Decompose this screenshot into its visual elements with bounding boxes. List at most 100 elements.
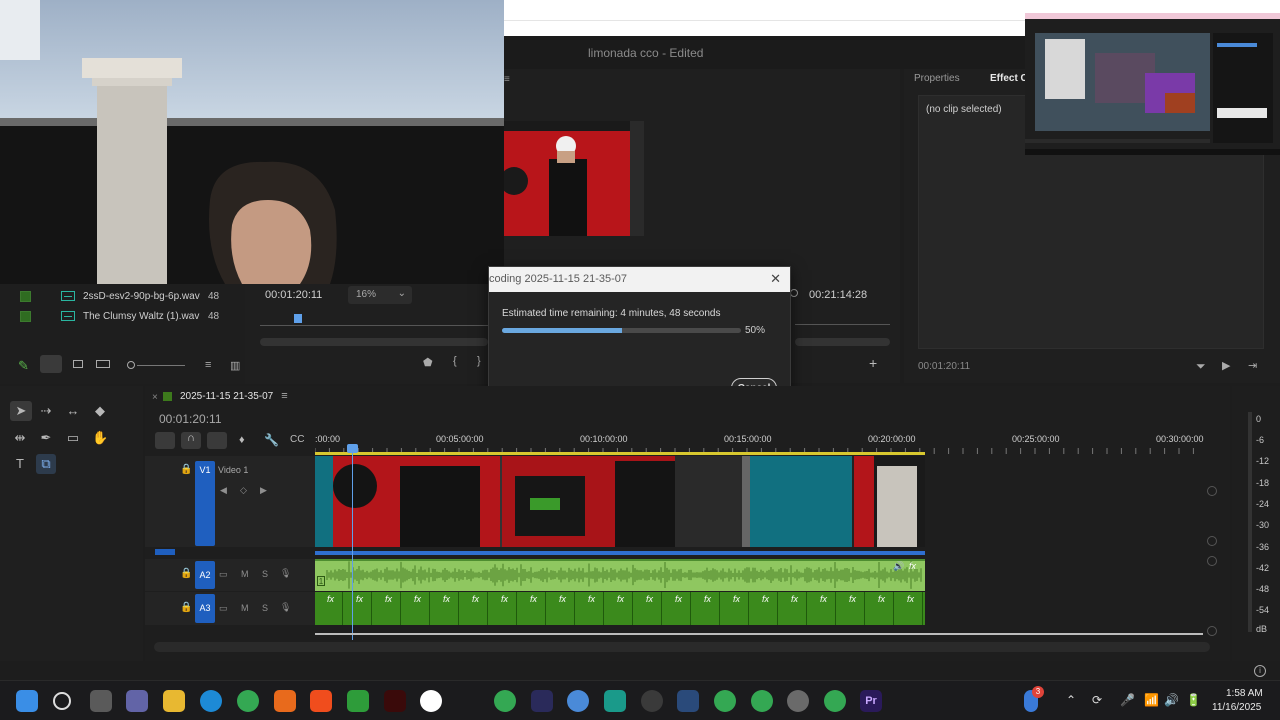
hamburger-menu-icon[interactable]: ≡	[281, 390, 287, 402]
next-keyframe-icon[interactable]: ▶	[260, 485, 267, 496]
video-clip[interactable]	[315, 456, 925, 547]
marker-icon[interactable]: ⬟	[423, 356, 433, 369]
transcript-tool-icon[interactable]: ⧉	[38, 456, 54, 472]
prev-keyframe-icon[interactable]: ◀	[220, 485, 227, 496]
solo-button[interactable]: S	[262, 569, 268, 579]
project-item[interactable]: The Clumsy Waltz (1).wav	[20, 307, 199, 325]
volume-icon[interactable]: 🔊	[1164, 693, 1179, 707]
sync-lock-icon[interactable]: ▭	[219, 569, 228, 580]
settings-icon[interactable]	[787, 690, 809, 712]
teams-icon[interactable]	[126, 690, 148, 712]
solo-button[interactable]: S	[262, 603, 268, 613]
vpn-icon[interactable]	[347, 690, 369, 712]
audio-clip-segment[interactable]: fx	[837, 592, 865, 625]
play-only-icon[interactable]: ▶	[1222, 359, 1230, 372]
audio-clip-segment[interactable]: fx	[634, 592, 662, 625]
app-icon[interactable]	[420, 690, 442, 712]
microphone-icon[interactable]: 🎤	[1120, 693, 1135, 707]
playhead-handle[interactable]	[347, 444, 358, 453]
audio-clip-segment[interactable]: fx	[547, 592, 575, 625]
audio-clip-segment[interactable]: fx	[431, 592, 459, 625]
zoom-slider-handle[interactable]	[127, 361, 135, 369]
work-area-bar[interactable]	[315, 452, 925, 455]
mute-button[interactable]: M	[241, 569, 249, 579]
vertical-scroll-handle[interactable]	[1207, 556, 1217, 566]
premiere-icon[interactable]: Pr	[860, 690, 882, 712]
audio-clip-segment[interactable]: fx	[866, 592, 894, 625]
wrench-icon[interactable]: 🔧	[264, 433, 279, 447]
chrome-icon[interactable]	[494, 690, 516, 712]
search-icon[interactable]	[53, 692, 71, 710]
captions-icon[interactable]: CC	[290, 434, 304, 445]
hand-tool-icon[interactable]: ✋	[92, 430, 108, 446]
illustrator-icon[interactable]	[384, 690, 406, 712]
app-icon[interactable]	[604, 690, 626, 712]
track-target-v1[interactable]: V1	[195, 461, 215, 546]
mute-button[interactable]: M	[241, 603, 249, 613]
close-icon[interactable]: ✕	[770, 271, 781, 287]
close-tab-icon[interactable]: ×	[152, 392, 158, 403]
lock-icon[interactable]: 🔒	[180, 602, 192, 613]
sync-lock-icon[interactable]: ▭	[219, 603, 228, 614]
source-playhead[interactable]	[294, 314, 302, 323]
razor-icon[interactable]: ◆	[92, 403, 108, 419]
panel-menu-icon[interactable]: ≡	[504, 74, 510, 85]
brave-icon[interactable]	[310, 690, 332, 712]
more-icon[interactable]: ▥	[230, 359, 240, 372]
sort-icon[interactable]: ≡	[205, 359, 211, 371]
wifi-icon[interactable]: 📶	[1144, 693, 1159, 707]
in-point-icon[interactable]: {	[453, 355, 457, 367]
project-item[interactable]: 2ssD-esv2-90p-bg-6p.wav	[20, 287, 200, 305]
freeform-view-icon[interactable]	[96, 360, 110, 368]
filter-icon[interactable]: ⏷	[1196, 359, 1206, 374]
snap-icon[interactable]: ∩	[181, 432, 201, 449]
app-icon[interactable]	[641, 690, 663, 712]
zoom-select[interactable]: 16% ⌄	[348, 286, 412, 304]
audio-clip-segment[interactable]: fx	[750, 592, 778, 625]
zoom-icon[interactable]	[790, 289, 798, 297]
audio-clip-segment[interactable]: fx	[518, 592, 546, 625]
battery-icon[interactable]: 🔋	[1186, 693, 1201, 707]
microphone-icon[interactable]: 🎙	[280, 568, 291, 579]
icon-view-icon[interactable]	[73, 360, 83, 368]
chrome-icon[interactable]	[237, 690, 259, 712]
track-select-icon[interactable]: ⇢	[38, 403, 54, 419]
pencil-icon[interactable]: ✎	[18, 358, 29, 374]
vertical-scroll-handle[interactable]	[1207, 626, 1217, 636]
app-icon[interactable]	[567, 690, 589, 712]
ripple-edit-icon[interactable]: ↔	[65, 403, 81, 419]
add-button-icon[interactable]: +	[869, 355, 877, 371]
start-menu-icon[interactable]	[16, 690, 38, 712]
microphone-icon[interactable]: 🎙	[280, 602, 291, 613]
chrome-icon[interactable]	[714, 690, 736, 712]
audio-clip-a2[interactable]: 1 🔊 fx	[315, 559, 925, 591]
linked-selection-toggle[interactable]	[207, 432, 227, 449]
audio-clip-segment[interactable]: fx	[576, 592, 604, 625]
selection-tool-icon[interactable]: ➤	[13, 403, 29, 419]
tab-properties[interactable]: Properties	[914, 73, 960, 84]
add-keyframe-icon[interactable]: ◇	[240, 485, 247, 496]
chrome-icon[interactable]	[751, 690, 773, 712]
clock-date[interactable]: 11/16/2025	[1212, 702, 1261, 713]
vertical-scroll-handle[interactable]	[1207, 536, 1217, 546]
track-target-a3[interactable]: A3	[195, 594, 215, 623]
pen-tool-icon[interactable]: ✒	[38, 430, 54, 446]
task-view-icon[interactable]	[90, 690, 112, 712]
playhead-line[interactable]	[352, 445, 353, 640]
app-icon[interactable]	[274, 690, 296, 712]
export-icon[interactable]: ⇥	[1248, 359, 1257, 372]
slip-tool-icon[interactable]: ⇹	[12, 430, 28, 446]
audio-clip-segment[interactable]: fx	[460, 592, 488, 625]
type-tool-icon[interactable]: T	[12, 456, 28, 472]
audio-clip-segment[interactable]: fx	[779, 592, 807, 625]
program-scrollbar[interactable]	[795, 338, 890, 346]
chevron-up-icon[interactable]: ⌃	[1066, 693, 1076, 707]
sync-icon[interactable]: ⟳	[1092, 693, 1102, 707]
file-explorer-icon[interactable]	[163, 690, 185, 712]
audio-clip-segment[interactable]: fx	[721, 592, 749, 625]
source-scrollbar[interactable]	[260, 338, 488, 346]
info-icon[interactable]: i	[1254, 665, 1266, 677]
audio-clip-segment[interactable]: fx	[605, 592, 633, 625]
chrome-icon[interactable]	[824, 690, 846, 712]
rectangle-tool-icon[interactable]: ▭	[65, 430, 81, 446]
